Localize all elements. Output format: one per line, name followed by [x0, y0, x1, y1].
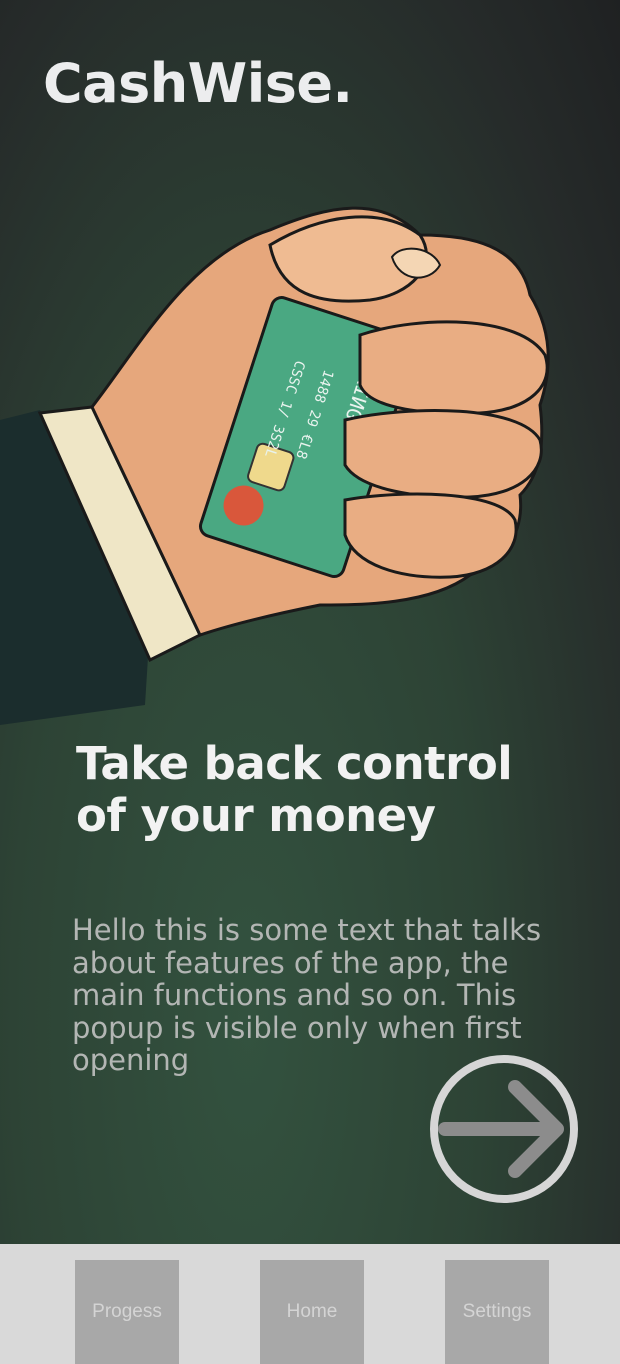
next-button[interactable]: [429, 1054, 579, 1204]
onboarding-screen: CashWise. ORIИG 1488 29 €L8 CSSC 1/ 3S2L…: [0, 0, 620, 1364]
bottom-nav-bar: Progess Home Settings: [0, 1244, 620, 1364]
app-title: CashWise.: [43, 52, 353, 115]
nav-settings-button[interactable]: Settings: [445, 1260, 549, 1364]
onboarding-headline: Take back control of your money: [76, 737, 513, 842]
onboarding-description: Hello this is some text that talks about…: [72, 913, 542, 1077]
arrow-right-icon: [430, 1055, 578, 1203]
hero-hand-card-illustration: ORIИG 1488 29 €L8 CSSC 1/ 3S2L: [0, 206, 550, 725]
nav-home-button[interactable]: Home: [260, 1260, 364, 1364]
nav-progress-button[interactable]: Progess: [75, 1260, 179, 1364]
